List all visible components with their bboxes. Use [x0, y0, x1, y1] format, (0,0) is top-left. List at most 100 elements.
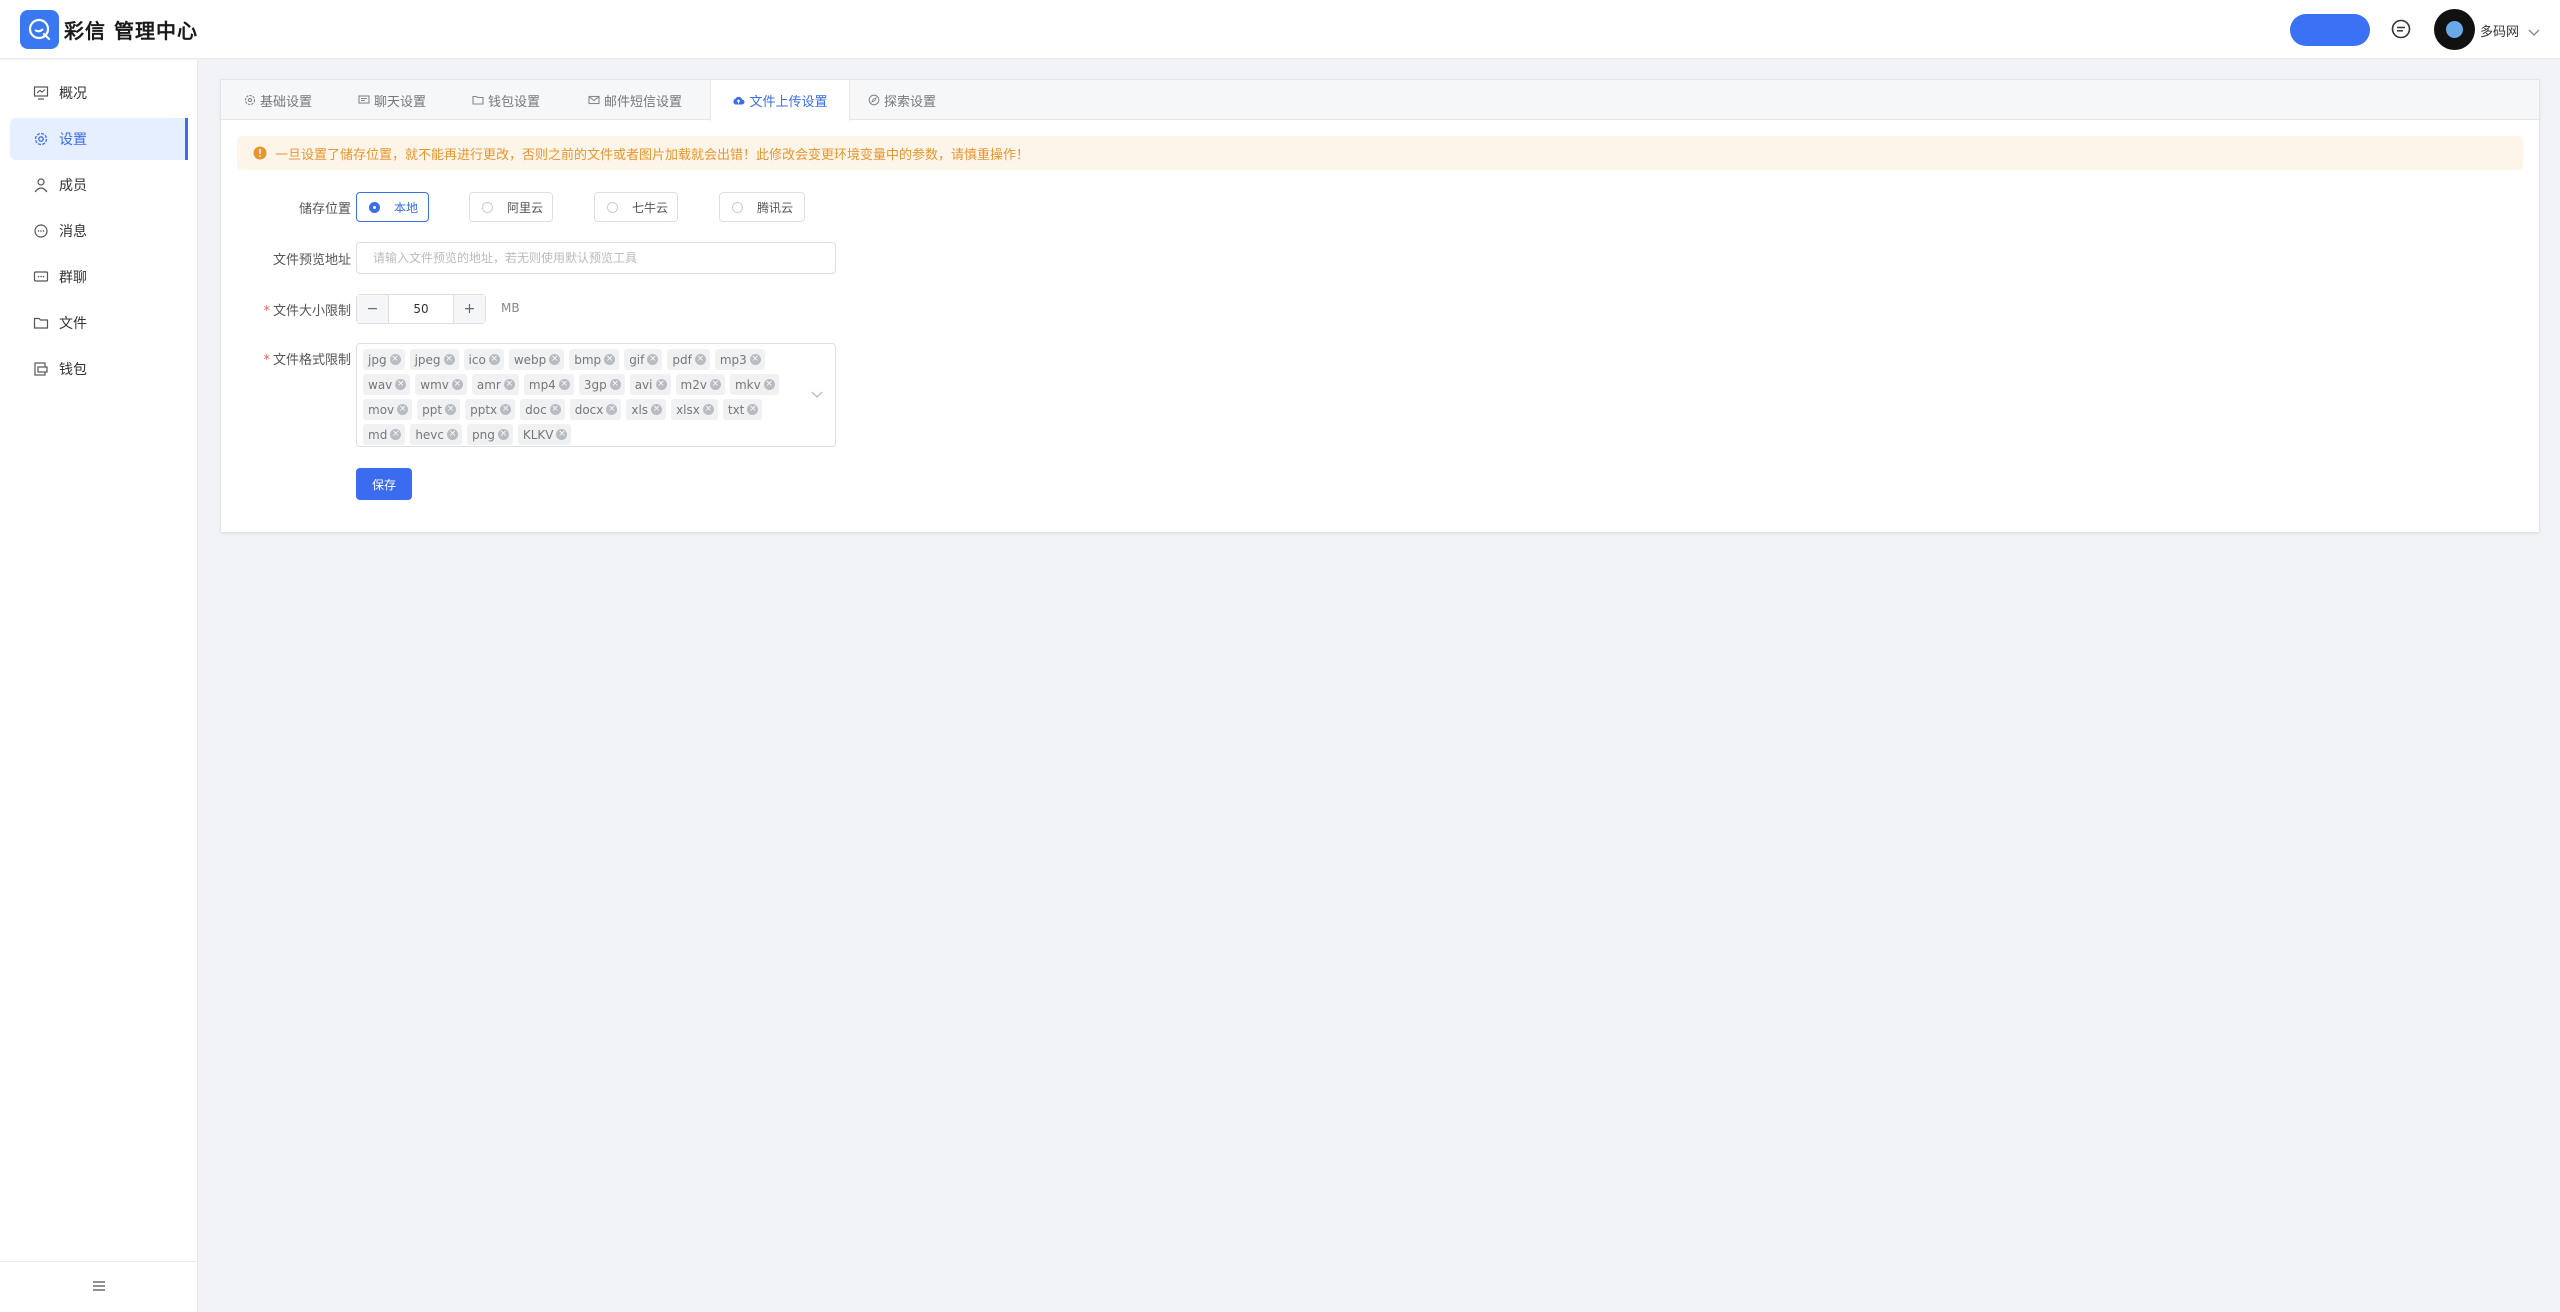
header-action-button[interactable] [2290, 14, 2370, 46]
compass-icon [868, 94, 880, 106]
save-button[interactable]: 保存 [356, 468, 412, 500]
chevron-down-icon[interactable] [811, 387, 823, 403]
format-tag-label: ppt [422, 402, 443, 417]
remove-tag-icon[interactable]: × [651, 404, 663, 415]
storage-option-local[interactable]: 本地 [356, 192, 429, 222]
remove-tag-icon[interactable]: × [606, 404, 618, 415]
chat-icon [358, 94, 370, 106]
remove-tag-icon[interactable]: × [549, 354, 561, 365]
format-tag-label: hevc [415, 427, 444, 442]
sidebar-item-messages[interactable]: 消息 [10, 210, 188, 252]
storage-location-label: 储存位置 [298, 202, 351, 217]
gear-icon [244, 94, 256, 106]
remove-tag-icon[interactable]: × [702, 404, 714, 415]
menu-collapse-icon[interactable] [92, 1280, 106, 1296]
remove-tag-icon[interactable]: × [655, 379, 667, 390]
format-tag-label: m2v [680, 377, 707, 392]
remove-tag-icon[interactable]: × [694, 354, 706, 365]
remove-tag-icon[interactable]: × [389, 354, 401, 365]
remove-tag-icon[interactable]: × [390, 429, 402, 440]
radio-dot [732, 201, 743, 213]
remove-tag-icon[interactable]: × [558, 379, 570, 390]
decrement-button[interactable]: − [357, 295, 389, 323]
sidebar-item-members[interactable]: 成员 [10, 164, 188, 206]
file-format-select[interactable]: jpg × jpeg × ico × webp × bmp × gif × pdf × mp3 × wav × wm… [356, 343, 836, 447]
remove-tag-icon[interactable]: × [451, 379, 463, 390]
format-tag: ppt × [417, 399, 461, 420]
format-tag-label: jpg [368, 352, 387, 367]
format-tag: md × [363, 424, 406, 445]
radio-dot [607, 201, 618, 213]
remove-tag-icon[interactable]: × [488, 354, 500, 365]
tab-basic-settings[interactable]: 基础设置 [221, 80, 335, 120]
remove-tag-icon[interactable]: × [763, 379, 775, 390]
username[interactable]: 多码网 [2480, 21, 2519, 40]
format-tag: mov × [363, 399, 413, 420]
chevron-down-icon[interactable] [2528, 25, 2540, 41]
sidebar-item-settings[interactable]: 设置 [10, 118, 188, 160]
notification-chat-icon[interactable] [2390, 18, 2412, 44]
format-tag-label: wav [368, 377, 393, 392]
format-tag: gif × [624, 349, 663, 370]
user-icon [33, 177, 49, 193]
remove-tag-icon[interactable]: × [443, 354, 455, 365]
preview-url-label: 文件预览地址 [272, 253, 351, 268]
format-tag-label: gif [629, 352, 645, 367]
wallet-icon [33, 361, 49, 377]
remove-tag-icon[interactable]: × [709, 379, 721, 390]
tab-file-upload-settings[interactable]: 文件上传设置 [710, 80, 850, 121]
remove-tag-icon[interactable]: × [497, 429, 509, 440]
radio-label: 腾讯云 [757, 200, 794, 215]
avatar-image [2446, 21, 2463, 38]
remove-tag-icon[interactable]: × [447, 429, 458, 440]
remove-tag-icon[interactable]: × [556, 429, 568, 440]
mail-icon [588, 94, 600, 106]
format-tag-label: mp3 [719, 352, 747, 367]
preview-url-input[interactable] [356, 242, 836, 274]
tab-wallet-settings[interactable]: 钱包设置 [449, 80, 563, 120]
file-size-value[interactable]: 50 [389, 295, 453, 323]
format-tag: txt × [722, 399, 763, 420]
format-tag-label: pdf [672, 352, 692, 367]
increment-button[interactable]: + [453, 295, 485, 323]
remove-tag-icon[interactable]: × [445, 404, 457, 415]
sidebar-item-label: 成员 [59, 178, 87, 194]
sidebar-item-overview[interactable]: 概况 [10, 72, 188, 114]
storage-option-qiniu[interactable]: 七牛云 [594, 192, 678, 222]
format-tag-label: ico [468, 352, 486, 367]
storage-option-tencent[interactable]: 腾讯云 [719, 192, 805, 222]
remove-tag-icon[interactable]: × [647, 354, 659, 365]
remove-tag-icon[interactable]: × [749, 354, 761, 365]
storage-option-aliyun[interactable]: 阿里云 [469, 192, 553, 222]
avatar[interactable] [2434, 9, 2475, 50]
format-tag: hevc × [410, 424, 462, 445]
tab-mail-sms-settings[interactable]: 邮件短信设置 [563, 80, 707, 120]
remove-tag-icon[interactable]: × [604, 354, 616, 365]
tab-label: 钱包设置 [487, 94, 540, 110]
sidebar-footer [0, 1261, 198, 1312]
remove-tag-icon[interactable]: × [500, 404, 512, 415]
remove-tag-icon[interactable]: × [395, 379, 407, 390]
sidebar-item-label: 钱包 [59, 362, 87, 378]
sidebar-item-files[interactable]: 文件 [10, 302, 188, 344]
tab-chat-settings[interactable]: 聊天设置 [335, 80, 449, 120]
remove-tag-icon[interactable]: × [609, 379, 621, 390]
app-logo[interactable] [20, 10, 59, 49]
format-tag-label: doc [525, 402, 547, 417]
remove-tag-icon[interactable]: × [397, 404, 409, 415]
file-size-stepper[interactable]: − 50 + [356, 294, 486, 324]
format-tag: wav × [363, 374, 411, 395]
format-tag: pptx × [465, 399, 516, 420]
format-tag: m2v × [675, 374, 725, 395]
file-size-unit: MB [501, 301, 520, 315]
sidebar-item-group-chat[interactable]: 群聊 [10, 256, 188, 298]
remove-tag-icon[interactable]: × [549, 404, 561, 415]
remove-tag-icon[interactable]: × [503, 379, 515, 390]
remove-tag-icon[interactable]: × [747, 404, 759, 415]
format-tag-label: wmv [420, 377, 449, 392]
cloud-upload-icon [732, 95, 745, 107]
format-tag: ico × [463, 349, 504, 370]
format-tag: pdf × [667, 349, 710, 370]
tab-explore-settings[interactable]: 探索设置 [850, 80, 954, 120]
sidebar-item-wallet[interactable]: 钱包 [10, 348, 188, 390]
